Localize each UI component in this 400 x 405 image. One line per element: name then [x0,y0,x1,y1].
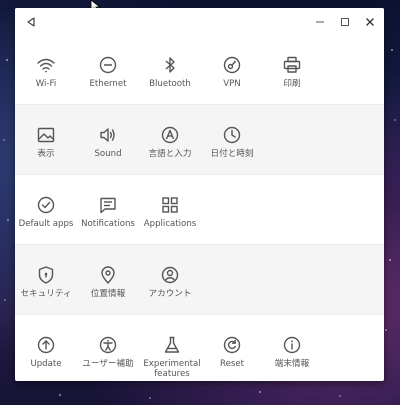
setting-vpn[interactable]: VPN [201,35,263,104]
setting-label: Default apps [18,219,74,229]
settings-row-device: 表示 Sound 言語と入力 日付と時刻 [15,104,384,174]
setting-label: Update [30,359,62,369]
default-apps-icon [36,195,56,215]
setting-label: アカウント [148,289,192,299]
setting-label: Notifications [81,219,135,229]
title-bar [15,8,384,35]
settings-window: Wi-Fi Ethernet Bluetooth VPN 印刷 表示 Sound… [15,8,384,381]
settings-row-personal: セキュリティ 位置情報 アカウント [15,244,384,314]
language-icon [160,125,180,145]
setting-label: Wi-Fi [35,79,57,89]
info-icon [282,335,302,355]
setting-label-line1: Experimental [143,359,201,369]
setting-experimental[interactable]: Experimental features [139,315,205,381]
accessibility-icon [98,335,118,355]
close-button[interactable] [361,8,379,35]
close-icon [366,17,374,26]
account-icon [160,265,180,285]
setting-ethernet[interactable]: Ethernet [77,35,139,104]
update-icon [36,335,56,355]
setting-device-info[interactable]: 端末情報 [261,315,323,381]
setting-accessibility[interactable]: ユーザー補助 [77,315,139,381]
location-icon [98,265,118,285]
notifications-icon [98,195,118,215]
minimize-button[interactable] [311,8,329,35]
setting-label: Ethernet [89,79,127,89]
setting-datetime[interactable]: 日付と時刻 [201,105,263,174]
setting-label: 表示 [37,149,55,159]
vpn-icon [222,55,242,75]
experimental-icon [162,335,182,355]
setting-label: Experimental features [143,359,200,379]
settings-row-network: Wi-Fi Ethernet Bluetooth VPN 印刷 [15,35,384,104]
setting-applications[interactable]: Applications [139,175,201,244]
setting-default-apps[interactable]: Default apps [15,175,77,244]
applications-icon [160,195,180,215]
bluetooth-icon [160,55,180,75]
setting-reset[interactable]: Reset [201,315,263,381]
back-button[interactable] [21,8,41,35]
setting-label: Reset [219,359,244,369]
security-icon [36,265,56,285]
setting-label: 位置情報 [90,289,126,299]
setting-label: Applications [143,219,197,229]
setting-wifi[interactable]: Wi-Fi [15,35,77,104]
setting-label: 端末情報 [274,359,310,369]
setting-label: セキュリティ [20,289,72,299]
setting-label: VPN [223,79,241,89]
reset-icon [222,335,242,355]
setting-label: ユーザー補助 [82,359,134,369]
setting-security[interactable]: セキュリティ [15,245,77,314]
setting-account[interactable]: アカウント [139,245,201,314]
setting-language[interactable]: 言語と入力 [139,105,201,174]
sound-icon [98,125,118,145]
maximize-button[interactable] [336,8,354,35]
setting-label: 言語と入力 [148,149,192,159]
setting-label: 日付と時刻 [210,149,254,159]
setting-location[interactable]: 位置情報 [77,245,139,314]
settings-grid: Wi-Fi Ethernet Bluetooth VPN 印刷 表示 Sound… [15,35,384,381]
back-triangle-icon [27,16,35,27]
setting-sound[interactable]: Sound [77,105,139,174]
setting-bluetooth[interactable]: Bluetooth [139,35,201,104]
setting-update[interactable]: Update [15,315,77,381]
setting-notifications[interactable]: Notifications [77,175,139,244]
setting-print[interactable]: 印刷 [261,35,323,104]
maximize-icon [341,17,349,26]
setting-label-line2: features [154,369,190,379]
settings-row-apps: Default apps Notifications Applications [15,174,384,244]
setting-label: Bluetooth [149,79,191,89]
clock-icon [222,125,242,145]
minimize-icon [316,21,324,22]
printer-icon [282,55,302,75]
setting-label: Sound [94,149,122,159]
setting-label: 印刷 [283,79,301,89]
display-icon [36,125,56,145]
ethernet-icon [98,55,118,75]
setting-display[interactable]: 表示 [15,105,77,174]
settings-row-system: Update ユーザー補助 Experimental features Rese… [15,314,384,381]
wifi-icon [36,55,56,75]
